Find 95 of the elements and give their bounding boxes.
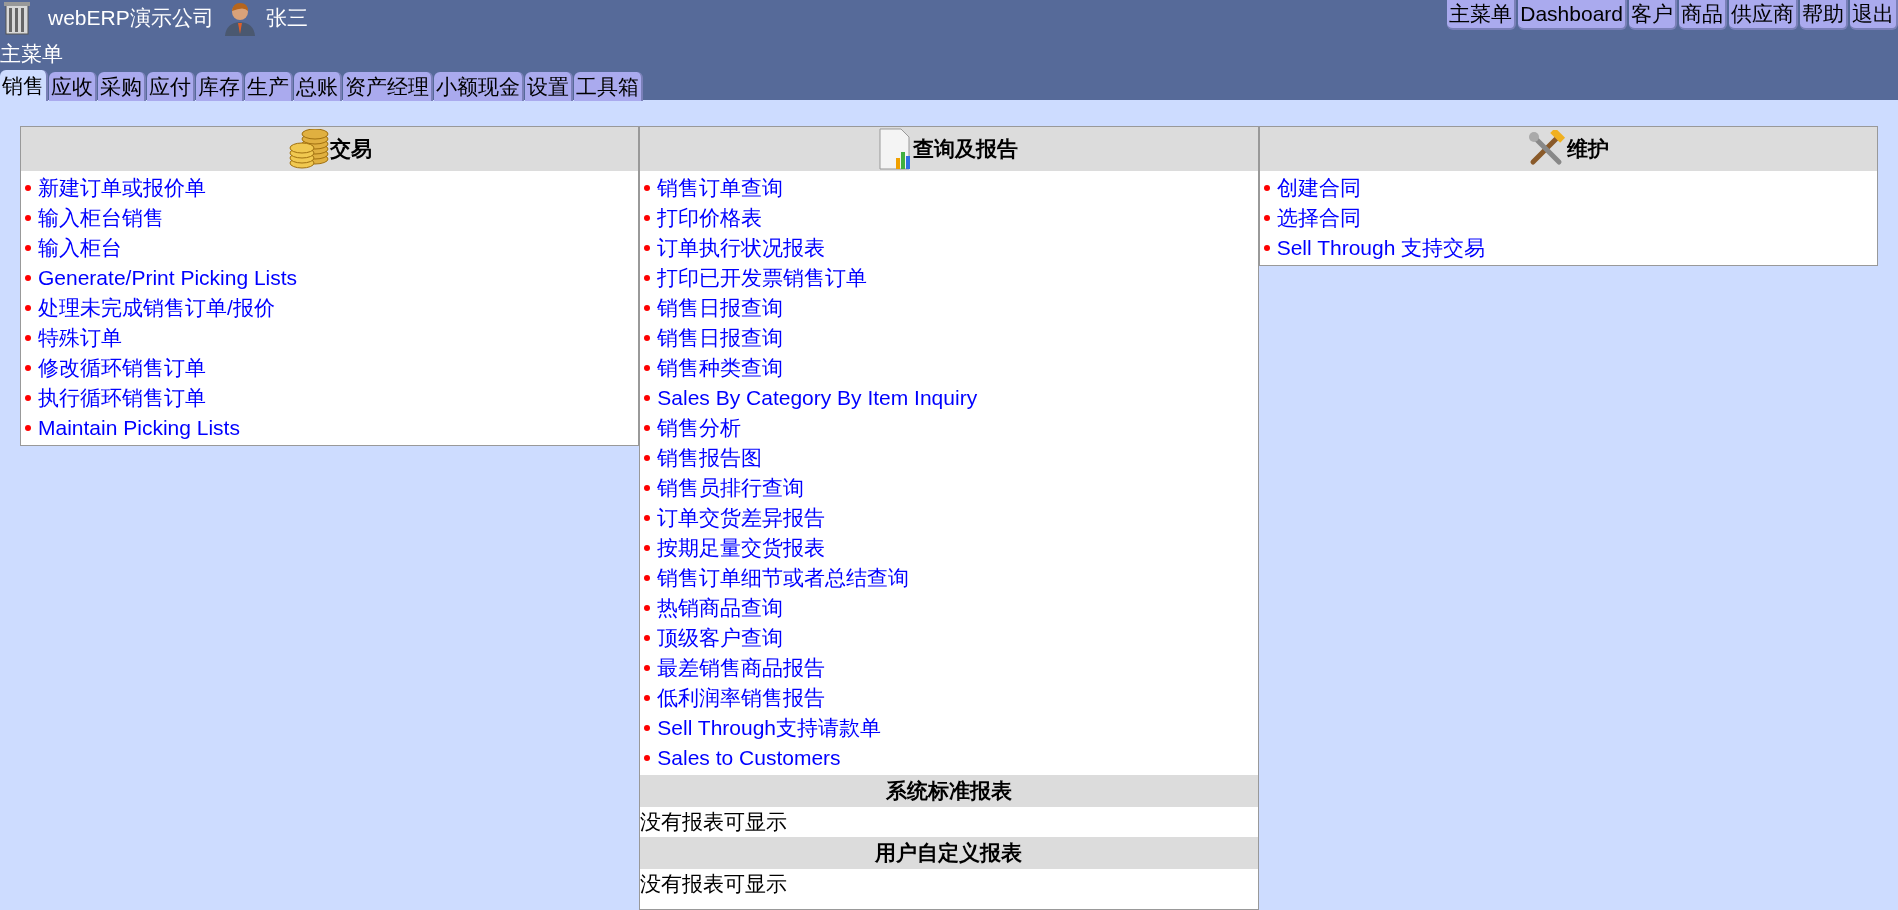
bullet-icon: [1263, 215, 1270, 221]
menu-link[interactable]: Sales By Category By Item Inquiry: [657, 385, 978, 411]
top-nav-button[interactable]: 帮助: [1800, 0, 1848, 30]
menu-link[interactable]: 创建合同: [1276, 175, 1361, 201]
bullet-icon: [25, 335, 31, 341]
menu-link[interactable]: 选择合同: [1276, 205, 1361, 231]
bullet-icon: [25, 245, 31, 251]
panel-title: 交易: [329, 136, 372, 163]
menu-link[interactable]: 最差销售商品报告: [657, 655, 826, 681]
bullet-icon: [644, 575, 651, 581]
menu-link[interactable]: 低利润率销售报告: [657, 685, 826, 711]
menu-link[interactable]: Sell Through 支持交易: [1276, 235, 1486, 261]
bullet-icon: [25, 215, 31, 221]
bullet-icon: [25, 305, 31, 311]
menu-link[interactable]: 销售种类查询: [657, 355, 784, 381]
bullet-icon: [644, 335, 651, 341]
menu-link[interactable]: Maintain Picking Lists: [38, 415, 240, 441]
menu-link[interactable]: 新建订单或报价单: [38, 175, 206, 201]
user-name: 张三: [265, 5, 308, 32]
menu-link[interactable]: 打印价格表: [657, 205, 763, 231]
empty-message: 没有报表可显示: [640, 809, 789, 835]
bullet-icon: [644, 755, 651, 761]
building-icon: [4, 1, 30, 35]
menu-link[interactable]: 销售分析: [657, 415, 742, 441]
module-tab[interactable]: 库存: [196, 72, 244, 101]
module-tab[interactable]: 生产: [245, 72, 293, 101]
menu-link[interactable]: 销售员排行查询: [657, 475, 805, 501]
menu-link[interactable]: 执行循环销售订单: [38, 385, 206, 411]
bullet-icon: [644, 695, 651, 701]
tools-icon: [1527, 130, 1568, 168]
bullet-icon: [25, 185, 31, 191]
module-tab[interactable]: 应收: [49, 72, 97, 101]
menu-link[interactable]: 销售日报查询: [657, 325, 784, 351]
bullet-icon: [644, 185, 651, 191]
top-nav-button[interactable]: 主菜单: [1447, 0, 1517, 30]
module-tab[interactable]: 销售: [0, 70, 48, 101]
bullet-icon: [644, 725, 651, 731]
bullet-icon: [1263, 185, 1270, 191]
menu-link[interactable]: 输入柜台销售: [38, 205, 164, 231]
menu-link[interactable]: 销售日报查询: [657, 295, 784, 321]
section-header: 系统标准报表: [640, 775, 1258, 807]
top-nav-button[interactable]: 商品: [1679, 0, 1727, 30]
menu-link[interactable]: 订单执行状况报表: [657, 235, 826, 261]
bullet-icon: [644, 275, 651, 281]
module-tab[interactable]: 工具箱: [574, 72, 643, 101]
bullet-icon: [644, 485, 651, 491]
bullet-icon: [25, 425, 31, 431]
menu-link[interactable]: 修改循环销售订单: [38, 355, 206, 381]
module-tab[interactable]: 资产经理: [343, 72, 433, 101]
bullet-icon: [644, 395, 651, 401]
menu-link[interactable]: Sales to Customers: [657, 745, 841, 771]
page-title: 主菜单: [0, 41, 64, 67]
company-name: webERP演示公司: [48, 5, 214, 32]
module-tab[interactable]: 设置: [525, 72, 573, 101]
menu-link[interactable]: 销售订单查询: [657, 175, 784, 201]
module-tab[interactable]: 应付: [147, 72, 195, 101]
menu-link[interactable]: 顶级客户查询: [657, 625, 784, 651]
menu-link[interactable]: 输入柜台: [38, 235, 122, 261]
bullet-icon: [644, 635, 651, 641]
bullet-icon: [644, 515, 651, 521]
menu-link[interactable]: Generate/Print Picking Lists: [38, 265, 298, 291]
menu-link[interactable]: 处理未完成销售订单/报价: [38, 295, 275, 321]
top-nav-button[interactable]: Dashboard: [1518, 0, 1627, 30]
module-tab[interactable]: 采购: [98, 72, 146, 101]
menu-link[interactable]: 热销商品查询: [657, 595, 784, 621]
bullet-icon: [644, 305, 651, 311]
top-nav-button[interactable]: 退出: [1850, 0, 1898, 30]
menu-link[interactable]: 打印已开发票销售订单: [657, 265, 868, 291]
menu-link[interactable]: 销售报告图: [657, 445, 763, 471]
top-nav-button[interactable]: 供应商: [1729, 0, 1798, 30]
coins-icon: [287, 129, 330, 169]
menu-link[interactable]: 按期足量交货报表: [657, 535, 826, 561]
bullet-icon: [25, 365, 31, 371]
bullet-icon: [644, 245, 651, 251]
module-tab[interactable]: 小额现金: [434, 72, 524, 101]
bullet-icon: [25, 275, 31, 281]
empty-message: 没有报表可显示: [640, 871, 789, 897]
top-nav-button[interactable]: 客户: [1629, 0, 1677, 30]
bullet-icon: [644, 665, 651, 671]
bullet-icon: [644, 545, 651, 551]
menu-link[interactable]: 订单交货差异报告: [657, 505, 826, 531]
bullet-icon: [644, 425, 651, 431]
menu-link[interactable]: 销售订单细节或者总结查询: [657, 565, 910, 591]
bullet-icon: [1263, 245, 1270, 251]
module-tab[interactable]: 总账: [294, 72, 342, 101]
bullet-icon: [644, 215, 651, 221]
panel-title: 查询及报告: [913, 136, 1019, 163]
panel-title: 维护: [1567, 136, 1610, 163]
bullet-icon: [25, 395, 31, 401]
menu-link[interactable]: 特殊订单: [38, 325, 122, 351]
bullet-icon: [644, 605, 651, 611]
menu-link[interactable]: Sell Through支持请款单: [657, 715, 882, 741]
bullet-icon: [644, 365, 651, 371]
section-header: 用户自定义报表: [640, 837, 1258, 869]
bullet-icon: [644, 455, 651, 461]
